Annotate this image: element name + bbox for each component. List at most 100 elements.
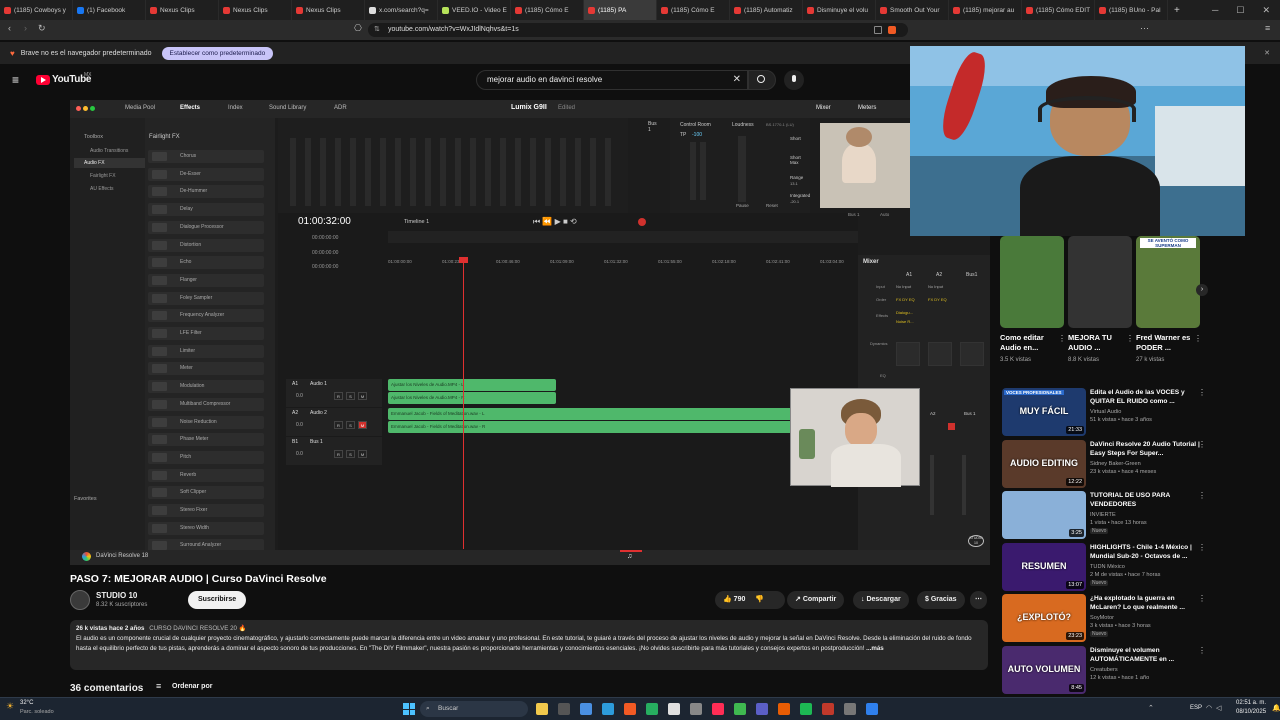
short-title[interactable]: Como editar Audio en... xyxy=(1000,333,1058,353)
discord-app-icon[interactable] xyxy=(778,703,790,715)
video-title[interactable]: Disminuye el volumen AUTOMÁTICAMENTE en … xyxy=(1090,646,1200,664)
download-button[interactable]: ↓ Descargar xyxy=(853,591,909,609)
davinci-app-icon[interactable] xyxy=(822,703,834,715)
video-menu-icon[interactable]: ⋮ xyxy=(1198,491,1206,500)
site-info-icon[interactable]: ⇅ xyxy=(374,23,380,37)
browser-tab[interactable]: VEED.IO - Video E xyxy=(438,0,511,20)
short-thumbnail[interactable]: SE AVENTÓ COMO SUPERMAN xyxy=(1136,236,1200,328)
browser-tab[interactable]: (1185) Automatiz xyxy=(730,0,803,20)
browser-tab[interactable]: (1185) Cómo E xyxy=(511,0,584,20)
search-input[interactable]: mejorar audio en davinci resolve ✕ xyxy=(476,70,748,90)
browser-tab[interactable]: (1185) PA xyxy=(584,0,657,20)
short-thumbnail[interactable] xyxy=(1000,236,1064,328)
short-menu-icon[interactable]: ⋮ xyxy=(1194,334,1202,343)
video-title[interactable]: HIGHLIGHTS - Chile 1-4 México | Mundial … xyxy=(1090,543,1200,561)
thanks-button[interactable]: $ Gracias xyxy=(917,591,965,609)
video-channel[interactable]: SoyMotor xyxy=(1090,614,1200,622)
hamburger-menu-icon[interactable]: ≡ xyxy=(12,73,19,87)
minimize-icon[interactable]: ─ xyxy=(1212,5,1218,16)
capcut-app-icon[interactable] xyxy=(734,703,746,715)
voice-search-button[interactable] xyxy=(784,70,804,90)
brave-shield-icon[interactable] xyxy=(888,26,896,34)
video-menu-icon[interactable]: ⋮ xyxy=(1198,594,1206,603)
new-tab-icon[interactable]: + xyxy=(1174,5,1180,16)
tray-chevron-icon[interactable]: ⌃ xyxy=(1148,704,1154,712)
browser-tab[interactable]: (1) Facebook xyxy=(73,0,146,20)
whatsapp-app-icon[interactable] xyxy=(646,703,658,715)
notifications-icon[interactable]: 🔔 xyxy=(1272,704,1280,712)
close-window-icon[interactable]: ✕ xyxy=(1262,5,1270,16)
taskbar-search[interactable]: ⌕ Buscar xyxy=(420,701,528,717)
spotify-app-icon[interactable] xyxy=(800,703,812,715)
volume-icon[interactable]: ◁ xyxy=(1216,704,1221,712)
short-menu-icon[interactable]: ⋮ xyxy=(1058,334,1066,343)
browser-tab[interactable]: Disminuye el volu xyxy=(803,0,876,20)
infobar-close-icon[interactable]: ✕ xyxy=(1264,49,1270,57)
clock-time[interactable]: 02:51 a. m. xyxy=(1236,700,1266,706)
browser-tab[interactable]: Nexus Clips xyxy=(219,0,292,20)
browser-tab[interactable]: Nexus Clips xyxy=(292,0,365,20)
browser-tab[interactable]: (1185) BUno - Pal xyxy=(1095,0,1168,20)
maximize-icon[interactable]: ☐ xyxy=(1236,5,1244,16)
video-thumbnail[interactable]: RESUMEN 13:07 xyxy=(1002,542,1086,591)
description-box[interactable]: 26 k vistas hace 2 años CURSO DAVINCI RE… xyxy=(70,620,988,670)
notepad-app-icon[interactable] xyxy=(844,703,856,715)
browser-tab[interactable]: (1185) Cómo E xyxy=(657,0,730,20)
wifi-icon[interactable]: ◠ xyxy=(1206,704,1212,712)
video-menu-icon[interactable]: ⋮ xyxy=(1198,543,1206,552)
browser-tab[interactable]: (1185) Cowboys y xyxy=(0,0,73,20)
video-thumbnail[interactable]: AUTO VOLUMEN 8:45 xyxy=(1002,645,1086,694)
channel-avatar[interactable] xyxy=(70,590,90,610)
bookmark-icon[interactable]: ⎔ xyxy=(354,23,362,34)
video-thumbnail[interactable]: 3:25 xyxy=(1002,491,1086,539)
show-more-link[interactable]: ...más xyxy=(866,645,884,652)
video-channel[interactable]: INVIERTE xyxy=(1090,511,1200,519)
terminal-app-icon[interactable] xyxy=(690,703,702,715)
forward-icon[interactable]: › xyxy=(24,23,27,33)
video-title[interactable]: Edita el Audio de las VOCES y QUITAR EL … xyxy=(1090,388,1200,406)
shorts-next-icon[interactable]: › xyxy=(1196,284,1208,296)
video-title[interactable]: ¿Ha explotado la guerra en McLaren? Lo q… xyxy=(1090,594,1200,612)
video-channel[interactable]: Virtual Audio xyxy=(1090,408,1200,416)
video-menu-icon[interactable]: ⋮ xyxy=(1198,440,1206,449)
short-menu-icon[interactable]: ⋮ xyxy=(1126,334,1134,343)
channel-name[interactable]: STUDIO 10 xyxy=(96,591,137,600)
short-title[interactable]: MEJORA TU AUDIO ... xyxy=(1068,333,1126,353)
browser-tab[interactable]: (1185) mejorar au xyxy=(949,0,1022,20)
video-title[interactable]: DaVinci Resolve 20 Audio Tutorial | Easy… xyxy=(1090,440,1200,458)
sort-button[interactable]: Ordenar por xyxy=(172,683,212,690)
back-icon[interactable]: ‹ xyxy=(8,23,11,33)
teams-app-icon[interactable] xyxy=(756,703,768,715)
set-default-button[interactable]: Establecer como predeterminado xyxy=(161,46,274,60)
browser-tab[interactable]: Smooth Out Your xyxy=(876,0,949,20)
tiktok-app-icon[interactable] xyxy=(712,703,724,715)
chatgpt-app-icon[interactable] xyxy=(668,703,680,715)
settings-app-icon[interactable] xyxy=(866,703,878,715)
menu-icon[interactable]: ≡ xyxy=(1265,23,1270,33)
video-menu-icon[interactable]: ⋮ xyxy=(1198,646,1206,655)
dislike-icon[interactable]: 👎 xyxy=(755,596,764,603)
subscribe-button[interactable]: Suscribirse xyxy=(188,591,247,609)
video-player[interactable]: Media Pool Effects Index Sound Library A… xyxy=(70,100,990,565)
short-title[interactable]: Fred Warner es PODER ... xyxy=(1136,333,1194,353)
copilot-app-icon[interactable] xyxy=(536,703,548,715)
video-menu-icon[interactable]: ⋮ xyxy=(1198,388,1206,397)
edge-app-icon[interactable] xyxy=(580,703,592,715)
video-channel[interactable]: TUDN México xyxy=(1090,563,1200,571)
like-icon[interactable]: 👍 xyxy=(723,596,732,603)
browser-tab[interactable]: (1185) Cómo EDIT xyxy=(1022,0,1095,20)
video-channel[interactable]: Sidney Baker-Green xyxy=(1090,460,1200,468)
url-field[interactable]: ⇅ youtube.com/watch?v=WxJIdlNqhvs&t=1s xyxy=(368,23,908,37)
video-title[interactable]: TUTORIAL DE USO PARA VENDEDORES xyxy=(1090,491,1200,509)
browser-tab[interactable]: Nexus Clips xyxy=(146,0,219,20)
weather-temp[interactable]: 32°C xyxy=(20,700,33,706)
video-thumbnail[interactable]: ¿EXPLOTÓ? 23:23 xyxy=(1002,594,1086,642)
more-actions-button[interactable]: ⋯ xyxy=(970,591,987,609)
short-thumbnail[interactable] xyxy=(1068,236,1132,328)
cast-icon[interactable] xyxy=(874,26,882,34)
reload-icon[interactable]: ↻ xyxy=(38,23,46,34)
input-language[interactable]: ESP xyxy=(1190,705,1202,711)
sort-icon[interactable]: ≡ xyxy=(156,681,161,691)
outlook-app-icon[interactable] xyxy=(602,703,614,715)
search-button[interactable] xyxy=(748,70,776,90)
